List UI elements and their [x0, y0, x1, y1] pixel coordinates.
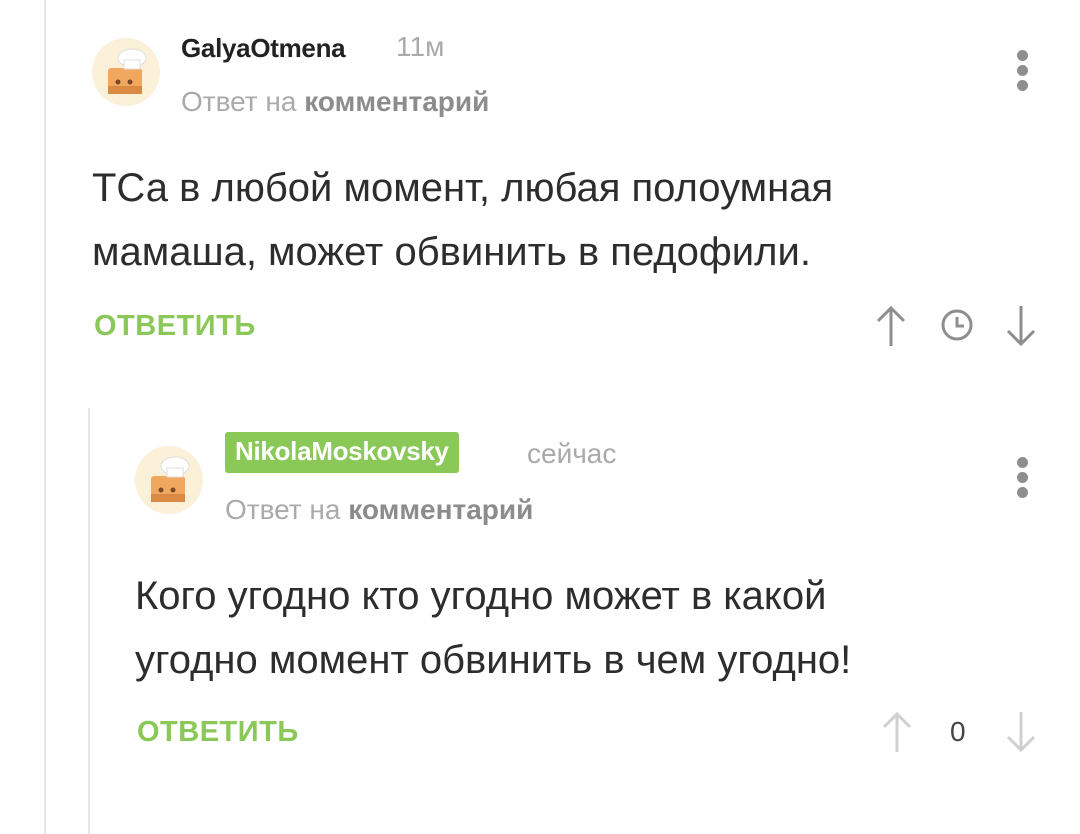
avatar-image: [135, 446, 203, 514]
reply-to-prefix: Ответ на: [181, 86, 305, 117]
comment-time: 11м: [396, 31, 445, 62]
upvote-icon[interactable]: [880, 710, 914, 754]
avatar[interactable]: [135, 446, 203, 514]
comment-time: сейчас: [527, 438, 617, 469]
reply-button[interactable]: ОТВЕТИТЬ: [94, 310, 256, 343]
clock-icon[interactable]: [940, 308, 974, 342]
comment-text: Кого угодно кто угодно может в какой уго…: [135, 564, 851, 692]
thread-line-nested: [88, 408, 90, 834]
comment-text-line: ТСа в любой момент, любая полоумная: [92, 166, 834, 210]
comment-text-line: Кого угодно кто угодно может в какой: [135, 574, 827, 618]
username-badge[interactable]: NikolaMoskovsky: [225, 432, 459, 473]
reply-to-prefix: Ответ на: [225, 494, 349, 525]
comment-text: ТСа в любой момент, любая полоумная мама…: [92, 156, 833, 284]
downvote-icon[interactable]: [1004, 304, 1038, 348]
upvote-icon[interactable]: [874, 304, 908, 348]
reply-to: Ответ на комментарий: [225, 494, 533, 526]
more-menu-icon[interactable]: [1012, 50, 1032, 100]
avatar[interactable]: [92, 38, 160, 106]
reply-to: Ответ на комментарий: [181, 86, 489, 118]
downvote-icon[interactable]: [1004, 710, 1038, 754]
rating-value: 0: [950, 716, 966, 747]
comment-text-line: мамаша, может обвинить в педофили.: [92, 230, 811, 274]
avatar-image: [92, 38, 160, 106]
reply-to-link[interactable]: комментарий: [348, 494, 533, 525]
comment-text-line: угодно момент обвинить в чем угодно!: [135, 638, 852, 682]
reply-button[interactable]: ОТВЕТИТЬ: [137, 716, 299, 749]
more-menu-icon[interactable]: [1012, 457, 1032, 507]
username[interactable]: GalyaOtmena: [181, 33, 346, 64]
thread-line: [44, 0, 46, 834]
reply-to-link[interactable]: комментарий: [304, 86, 489, 117]
